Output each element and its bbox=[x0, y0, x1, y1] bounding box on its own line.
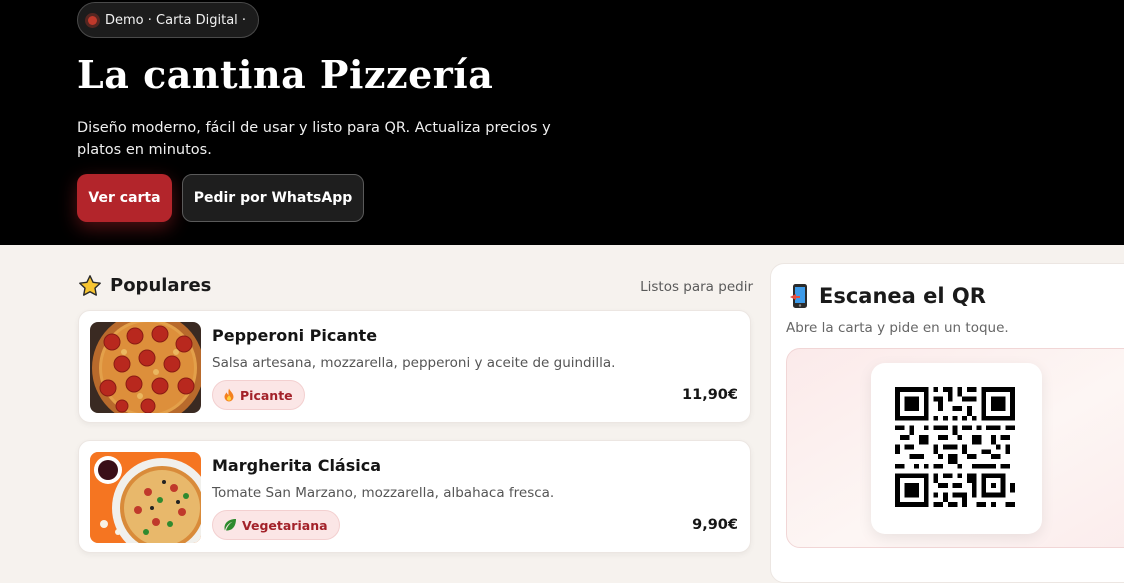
leaf-icon bbox=[224, 519, 236, 531]
hero-section: Demo · Carta Digital · La cantina Pizzer… bbox=[0, 0, 1124, 245]
qr-frame bbox=[786, 348, 1124, 548]
item-tag: Vegetariana bbox=[212, 510, 340, 540]
fire-icon bbox=[224, 388, 234, 402]
item-tag-label: Vegetariana bbox=[242, 517, 328, 533]
item-description: Salsa artesana, mozzarella, pepperoni y … bbox=[212, 355, 616, 371]
qr-title: Escanea el QR bbox=[819, 284, 986, 308]
popular-aside: Listos para pedir bbox=[640, 279, 753, 295]
item-price: 9,90€ bbox=[692, 517, 738, 533]
qr-card bbox=[871, 363, 1042, 534]
item-name: Pepperoni Picante bbox=[212, 326, 378, 345]
item-name: Margherita Clásica bbox=[212, 456, 382, 475]
qr-code[interactable] bbox=[895, 387, 1015, 507]
popular-title: Populares bbox=[110, 275, 212, 296]
menu-item-card[interactable]: Margherita Clásica Tomate San Marzano, m… bbox=[78, 440, 751, 553]
hero-subtitle: Diseño moderno, fácil de usar y listo pa… bbox=[77, 120, 551, 158]
demo-badge: Demo · Carta Digital · bbox=[77, 2, 260, 38]
view-menu-button[interactable]: Ver carta bbox=[77, 174, 172, 222]
item-tag-label: Picante bbox=[240, 387, 293, 403]
popular-header: Populares Listos para pedir bbox=[78, 274, 753, 300]
qr-panel: Escanea el QR Abre la carta y pide en un… bbox=[770, 263, 1124, 583]
restaurant-title: La cantina Pizzería bbox=[77, 52, 494, 97]
phone-icon bbox=[790, 284, 807, 308]
margherita-pizza-image bbox=[90, 452, 201, 543]
qr-subtitle: Abre la carta y pide en un toque. bbox=[786, 320, 1009, 336]
item-tag: Picante bbox=[212, 380, 305, 410]
whatsapp-order-button[interactable]: Pedir por WhatsApp bbox=[182, 174, 364, 222]
qr-heading: Escanea el QR bbox=[789, 283, 986, 309]
demo-badge-label: Demo · Carta Digital · bbox=[105, 12, 247, 28]
item-price: 11,90€ bbox=[682, 387, 738, 403]
pepperoni-pizza-image bbox=[90, 322, 201, 413]
status-dot bbox=[88, 15, 97, 25]
star-icon bbox=[79, 275, 101, 296]
menu-item-card[interactable]: Pepperoni Picante Salsa artesana, mozzar… bbox=[78, 310, 751, 423]
item-description: Tomate San Marzano, mozzarella, albahaca… bbox=[212, 485, 555, 501]
